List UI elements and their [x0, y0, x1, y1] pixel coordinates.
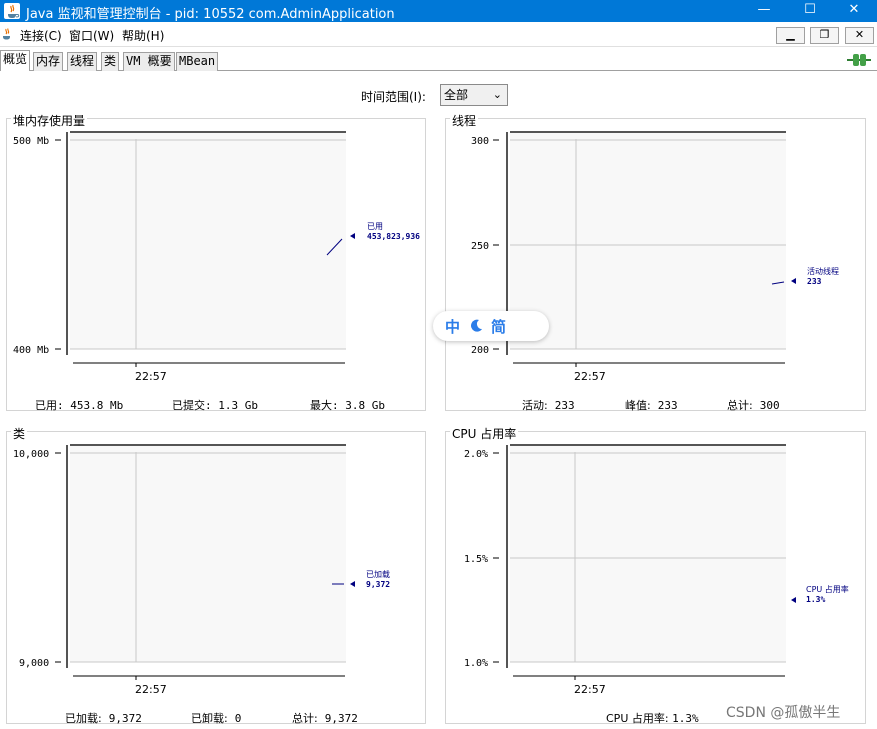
y-tick-label-2: 2.0%	[464, 449, 488, 460]
java-icon	[3, 28, 10, 40]
classes-loaded-stat: 已加载: 9,372	[65, 712, 142, 725]
internal-close-button[interactable]: ✕	[845, 27, 874, 44]
legend-value: 1.3%	[806, 595, 825, 604]
y-tick-label-300: 300	[471, 136, 489, 147]
heap-chart: 500 Mb 400 Mb 22:57 已用 453,823,936	[13, 131, 420, 383]
menu-window[interactable]: 窗口(W)	[69, 27, 114, 44]
minimize-button[interactable]: —	[741, 0, 787, 22]
heap-committed-stat: 已提交: 1.3 Gb	[172, 399, 258, 412]
close-button[interactable]: ✕	[831, 0, 877, 22]
threads-total-stat: 总计: 300	[727, 399, 780, 412]
threads-chart: 300 250 200 22:57 活动线程 233	[471, 131, 839, 383]
y-tick-label-250: 250	[471, 241, 489, 252]
legend-marker	[791, 278, 796, 284]
threads-peak-stat: 峰值: 233	[625, 399, 678, 412]
legend-value: 453,823,936	[367, 232, 420, 241]
threads-panel: 线程 300 250 200 22:57 活动线程 233 活动: 233 峰值…	[445, 112, 866, 412]
legend-marker	[791, 597, 796, 603]
y-tick-label-1-5: 1.5%	[464, 554, 488, 565]
classes-unloaded-stat: 已卸载: 0	[191, 712, 242, 725]
tab-overview[interactable]: 概览	[0, 50, 31, 71]
heap-memory-panel: 堆内存使用量 500 Mb 400 Mb 22:57 已用 453,823,93…	[6, 112, 426, 412]
plot-area	[510, 446, 786, 662]
classes-panel: 类 10,000 9,000 22:57 已加载 9,372 已加载: 9,37…	[6, 425, 426, 725]
time-range-label: 时间范围(I):	[361, 90, 426, 104]
moon-icon[interactable]	[469, 319, 483, 333]
tab-classes[interactable]: 类	[101, 52, 120, 71]
y-tick-label-top: 500 Mb	[13, 136, 49, 147]
time-range-value: 全部	[444, 88, 469, 102]
y-tick-label-top: 10,000	[13, 449, 49, 460]
x-tick-label: 22:57	[135, 683, 167, 696]
tab-memory[interactable]: 内存	[33, 52, 64, 71]
tab-vm-summary[interactable]: VM 概要	[123, 52, 175, 71]
legend-name: 已加载	[366, 569, 390, 579]
y-tick-label-bottom: 9,000	[19, 658, 49, 669]
heap-max-stat: 最大: 3.8 Gb	[310, 399, 385, 412]
title-bar[interactable]: Java 监视和管理控制台 - pid: 10552 com.AdminAppl…	[0, 0, 877, 22]
menu-bar: 连接(C) 窗口(W) 帮助(H) ▁ ❐ ✕	[0, 22, 877, 47]
watermark: CSDN @孤傲半生	[726, 705, 841, 721]
internal-minimize-button[interactable]: ▁	[776, 27, 805, 44]
tab-mbean[interactable]: MBean	[176, 52, 219, 71]
legend-marker	[350, 233, 355, 239]
threads-active-stat: 活动: 233	[522, 399, 575, 412]
classes-chart: 10,000 9,000 22:57 已加载 9,372	[13, 444, 390, 696]
plot-area	[70, 133, 346, 349]
menu-connection[interactable]: 连接(C)	[20, 27, 62, 44]
x-tick-label: 22:57	[574, 683, 606, 696]
menu-help[interactable]: 帮助(H)	[122, 27, 164, 44]
internal-restore-button[interactable]: ❐	[810, 27, 839, 44]
y-tick-label-200: 200	[471, 345, 489, 356]
cpu-chart: 2.0% 1.5% 1.0% 22:57 CPU 占用率 1.3%	[464, 444, 849, 696]
plot-area	[70, 446, 346, 662]
x-tick-label: 22:57	[574, 370, 606, 383]
x-tick-label: 22:57	[135, 370, 167, 383]
legend-value: 233	[807, 277, 822, 286]
legend-name: CPU 占用率	[806, 584, 849, 594]
ime-mode[interactable]: 简	[491, 316, 506, 337]
classes-total-stat: 总计: 9,372	[292, 712, 358, 725]
connected-plug-icon	[847, 54, 871, 66]
time-range-select[interactable]: 全部 ⌄	[440, 84, 508, 106]
legend-name: 活动线程	[807, 266, 839, 276]
tab-threads[interactable]: 线程	[67, 52, 98, 71]
ime-indicator[interactable]: 中 简	[433, 311, 549, 341]
legend-name: 已用	[367, 222, 383, 231]
maximize-button[interactable]: ☐	[787, 0, 833, 22]
legend-marker	[350, 581, 355, 587]
tab-bar: 概览 内存 线程 类 VM 概要 MBean	[0, 49, 877, 71]
legend-value: 9,372	[366, 580, 390, 589]
window-title: Java 监视和管理控制台 - pid: 10552 com.AdminAppl…	[26, 7, 395, 22]
y-tick-label-bottom: 400 Mb	[13, 345, 49, 356]
y-tick-label-1: 1.0%	[464, 658, 488, 669]
cpu-usage-panel: CPU 占用率 2.0% 1.5% 1.0% 22:57 CPU 占用率 1.3…	[445, 425, 866, 725]
chevron-down-icon: ⌄	[492, 88, 502, 101]
heap-used-stat: 已用: 453.8 Mb	[35, 399, 124, 412]
java-icon	[4, 3, 20, 19]
jconsole-window: Java 监视和管理控制台 - pid: 10552 com.AdminAppl…	[0, 0, 877, 729]
cpu-usage-stat: CPU 占用率: 1.3%	[606, 712, 699, 725]
plot-area	[510, 133, 786, 349]
ime-language[interactable]: 中	[445, 316, 460, 337]
